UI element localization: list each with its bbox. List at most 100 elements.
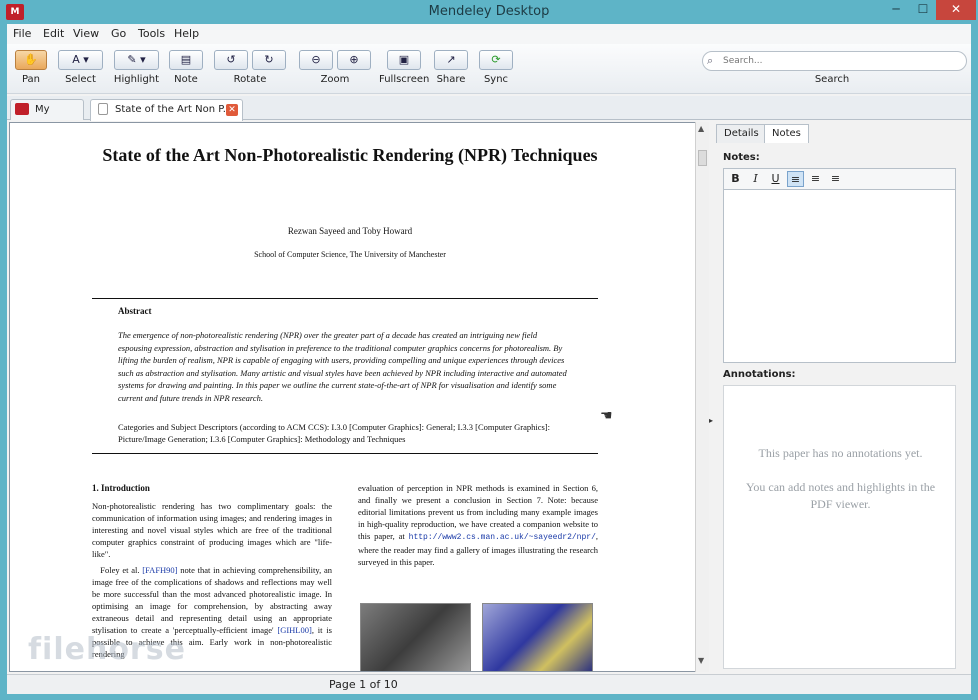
tab-open-document[interactable]: State of the Art Non P... ✕	[90, 99, 243, 121]
document-tab-bar: My Library State of the Art Non P... ✕	[7, 96, 971, 134]
rotate-right-icon: ↻	[264, 53, 274, 66]
page-indicator: Page 1 of 10	[329, 678, 398, 691]
select-label: Select	[65, 74, 96, 85]
pdf-scrollbar[interactable]: ▲ ▼	[695, 122, 709, 672]
maximize-icon[interactable]: ☐	[910, 0, 936, 20]
column-right: evaluation of perception in NPR methods …	[358, 482, 598, 568]
paper-affiliation: School of Computer Science, The Universi…	[254, 250, 446, 259]
highlight-tool-button[interactable]: ✎ ▾	[114, 50, 159, 70]
highlight-label: Highlight	[113, 74, 160, 85]
menu-bar: File Edit View Go Tools Help	[7, 24, 971, 44]
close-window-icon[interactable]: ✕	[936, 0, 976, 20]
menu-file[interactable]: File	[13, 27, 31, 40]
categories-text: Categories and Subject Descriptors (acco…	[118, 422, 550, 444]
rotate-left-icon: ↺	[226, 53, 236, 66]
zoom-in-button[interactable]: ⊕	[337, 50, 371, 70]
zoom-in-icon: ⊕	[349, 53, 359, 66]
sync-label: Sync	[483, 74, 509, 85]
abstract-heading: Abstract	[118, 306, 152, 316]
menu-tools[interactable]: Tools	[138, 27, 165, 40]
zoom-out-button[interactable]: ⊖	[299, 50, 333, 70]
underline-button[interactable]: U	[767, 171, 784, 187]
search-label: Search	[814, 74, 850, 85]
menu-help[interactable]: Help	[174, 27, 199, 40]
client-area: File Edit View Go Tools Help ✋ Pan A ▾ S…	[7, 24, 971, 694]
note-tool-button[interactable]: ▤	[169, 50, 203, 70]
scroll-thumb[interactable]	[698, 150, 707, 166]
citation-link[interactable]: [FAFH90]	[142, 565, 177, 575]
tab-details[interactable]: Details	[716, 124, 767, 143]
rotate-left-button[interactable]: ↺	[214, 50, 248, 70]
citation-link[interactable]: [GIHL00]	[277, 625, 311, 635]
share-label: Share	[436, 74, 466, 85]
zoom-label: Zoom	[320, 74, 350, 85]
scroll-down-icon[interactable]: ▼	[698, 656, 704, 665]
zoom-out-icon: ⊖	[311, 53, 321, 66]
figure-image-blue	[482, 603, 593, 671]
pdf-file-icon	[98, 103, 108, 115]
tab-label: State of the Art Non P...	[115, 104, 233, 115]
hand-icon: ✋	[24, 53, 38, 66]
window-title: Mendeley Desktop	[428, 4, 550, 19]
url-link[interactable]: http://www2.cs.man.ac.uk/~sayeedr2/npr/	[409, 533, 596, 542]
chevron-down-icon: ▾	[140, 53, 146, 66]
section-heading: 1. Introduction	[92, 483, 150, 493]
scroll-up-icon[interactable]: ▲	[698, 124, 704, 133]
pan-tool-button[interactable]: ✋	[15, 50, 47, 70]
align-left-icon[interactable]: ≡	[787, 171, 804, 187]
pdf-page[interactable]: State of the Art Non-Photorealistic Rend…	[10, 123, 693, 671]
note-label: Note	[174, 74, 198, 85]
annotations-hint: You can add notes and highlights in the …	[745, 480, 936, 511]
align-justify-icon[interactable]: ≡	[827, 171, 844, 187]
hand-cursor-icon: ☚	[600, 409, 613, 424]
highlighter-icon: ✎	[127, 53, 137, 66]
library-icon	[15, 103, 29, 115]
menu-edit[interactable]: Edit	[43, 27, 64, 40]
abstract-text: The emergence of non-photorealistic rend…	[118, 330, 567, 403]
search-icon[interactable]: ⌕	[707, 54, 713, 68]
italic-button[interactable]: I	[747, 171, 764, 187]
notes-label: Notes:	[723, 152, 760, 163]
empty-annotations-message: This paper has no annotations yet.	[758, 446, 923, 460]
tab-notes[interactable]: Notes	[764, 124, 809, 143]
rotate-label: Rotate	[233, 74, 267, 85]
figure-image-grey	[360, 603, 471, 671]
details-panel: Details Notes Notes: B I U ≡ ≡ ≡ Annotat…	[713, 122, 968, 672]
fullscreen-button[interactable]: ▣	[387, 50, 421, 70]
annotations-list: This paper has no annotations yet. You c…	[723, 385, 956, 669]
pan-label: Pan	[21, 74, 41, 85]
tab-my-library[interactable]: My Library	[10, 99, 84, 134]
share-button[interactable]: ↗	[434, 50, 468, 70]
text-run: Foley et al.	[100, 565, 143, 575]
minimize-icon[interactable]: ─	[882, 0, 910, 20]
search-box: ⌕	[702, 51, 967, 71]
divider	[92, 453, 598, 454]
align-center-icon[interactable]: ≡	[807, 171, 824, 187]
notes-editor[interactable]	[723, 190, 956, 363]
watermark-logo: filehorse	[28, 632, 186, 667]
app-window: M Mendeley Desktop ─ ☐ ✕ File Edit View …	[0, 0, 978, 700]
paragraph: Non-photorealistic rendering has two com…	[92, 501, 332, 559]
notes-format-toolbar: B I U ≡ ≡ ≡	[723, 168, 956, 190]
menu-go[interactable]: Go	[111, 27, 126, 40]
select-tool-button[interactable]: A ▾	[58, 50, 103, 70]
divider	[92, 298, 598, 299]
pdf-viewer[interactable]: State of the Art Non-Photorealistic Rend…	[9, 122, 709, 672]
status-bar: Page 1 of 10	[7, 674, 971, 694]
title-bar: M Mendeley Desktop ─ ☐ ✕	[0, 0, 978, 24]
details-tabs: Details Notes	[716, 124, 966, 143]
sync-icon: ⟳	[491, 53, 501, 66]
menu-view[interactable]: View	[73, 27, 99, 40]
paper-title: State of the Art Non-Photorealistic Rend…	[102, 145, 598, 165]
search-input[interactable]	[723, 54, 958, 68]
toolbar: ✋ Pan A ▾ Select ✎ ▾ Highlight ▤ Note ↺ …	[7, 44, 971, 94]
fullscreen-icon: ▣	[398, 53, 410, 66]
close-tab-icon[interactable]: ✕	[226, 104, 238, 116]
annotations-label: Annotations:	[723, 369, 796, 380]
bold-button[interactable]: B	[727, 171, 744, 187]
text-select-icon: A	[72, 53, 80, 66]
sync-button[interactable]: ⟳	[479, 50, 513, 70]
rotate-right-button[interactable]: ↻	[252, 50, 286, 70]
share-icon: ↗	[446, 53, 456, 66]
chevron-down-icon: ▾	[83, 53, 89, 66]
